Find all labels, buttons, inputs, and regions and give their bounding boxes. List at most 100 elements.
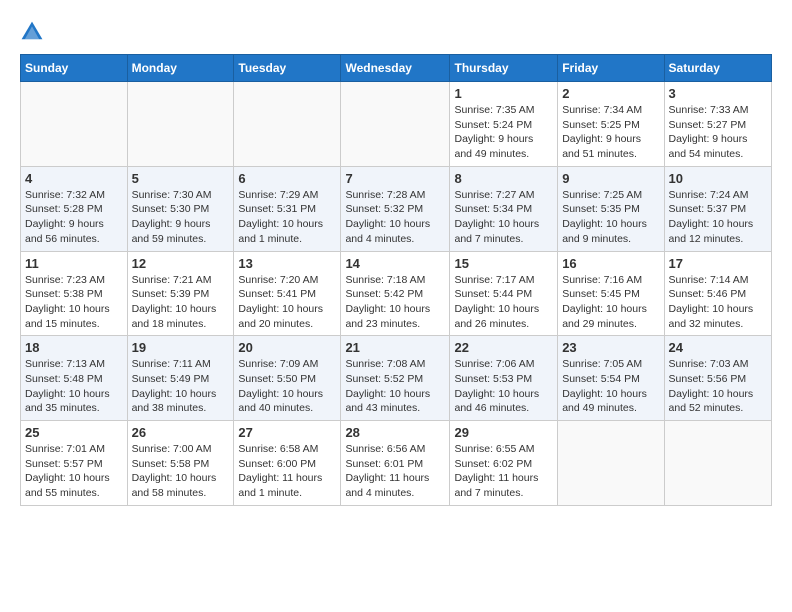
calendar-cell [127, 82, 234, 167]
calendar-cell: 18 Sunrise: 7:13 AMSunset: 5:48 PMDayligh… [21, 336, 128, 421]
day-info: Sunrise: 7:13 AMSunset: 5:48 PMDaylight:… [25, 357, 123, 416]
calendar-cell: 4 Sunrise: 7:32 AMSunset: 5:28 PMDaylight… [21, 166, 128, 251]
day-number: 24 [669, 340, 767, 355]
calendar-cell: 22 Sunrise: 7:06 AMSunset: 5:53 PMDayligh… [450, 336, 558, 421]
calendar-cell: 26 Sunrise: 7:00 AMSunset: 5:58 PMDayligh… [127, 421, 234, 506]
calendar-table: SundayMondayTuesdayWednesdayThursdayFrid… [20, 54, 772, 506]
day-number: 4 [25, 171, 123, 186]
day-info: Sunrise: 7:33 AMSunset: 5:27 PMDaylight:… [669, 103, 767, 162]
day-number: 23 [562, 340, 659, 355]
day-info: Sunrise: 7:20 AMSunset: 5:41 PMDaylight:… [238, 273, 336, 332]
calendar-cell [341, 82, 450, 167]
day-info: Sunrise: 7:03 AMSunset: 5:56 PMDaylight:… [669, 357, 767, 416]
day-info: Sunrise: 7:16 AMSunset: 5:45 PMDaylight:… [562, 273, 659, 332]
day-info: Sunrise: 7:32 AMSunset: 5:28 PMDaylight:… [25, 188, 123, 247]
weekday-header-row: SundayMondayTuesdayWednesdayThursdayFrid… [21, 55, 772, 82]
calendar-week-row: 18 Sunrise: 7:13 AMSunset: 5:48 PMDayligh… [21, 336, 772, 421]
day-number: 16 [562, 256, 659, 271]
day-info: Sunrise: 7:30 AMSunset: 5:30 PMDaylight:… [132, 188, 230, 247]
calendar-week-row: 4 Sunrise: 7:32 AMSunset: 5:28 PMDaylight… [21, 166, 772, 251]
calendar-cell: 28Sunrise: 6:56 AMSunset: 6:01 PMDayligh… [341, 421, 450, 506]
day-number: 29 [454, 425, 553, 440]
day-info: Sunrise: 7:24 AMSunset: 5:37 PMDaylight:… [669, 188, 767, 247]
day-number: 14 [345, 256, 445, 271]
calendar-cell: 7 Sunrise: 7:28 AMSunset: 5:32 PMDaylight… [341, 166, 450, 251]
day-info: Sunrise: 7:09 AMSunset: 5:50 PMDaylight:… [238, 357, 336, 416]
calendar-cell: 15Sunrise: 7:17 AMSunset: 5:44 PMDayligh… [450, 251, 558, 336]
calendar-week-row: 11 Sunrise: 7:23 AMSunset: 5:38 PMDayligh… [21, 251, 772, 336]
weekday-header-monday: Monday [127, 55, 234, 82]
calendar-cell: 20 Sunrise: 7:09 AMSunset: 5:50 PMDayligh… [234, 336, 341, 421]
day-number: 8 [454, 171, 553, 186]
day-number: 13 [238, 256, 336, 271]
day-number: 27 [238, 425, 336, 440]
day-number: 15 [454, 256, 553, 271]
calendar-week-row: 1 Sunrise: 7:35 AMSunset: 5:24 PMDaylight… [21, 82, 772, 167]
calendar-cell: 3 Sunrise: 7:33 AMSunset: 5:27 PMDaylight… [664, 82, 771, 167]
calendar-cell: 9Sunrise: 7:25 AMSunset: 5:35 PMDaylight… [558, 166, 664, 251]
calendar-cell: 19 Sunrise: 7:11 AMSunset: 5:49 PMDayligh… [127, 336, 234, 421]
day-info: Sunrise: 6:56 AMSunset: 6:01 PMDaylight:… [345, 442, 445, 501]
day-number: 25 [25, 425, 123, 440]
day-number: 26 [132, 425, 230, 440]
day-info: Sunrise: 7:27 AMSunset: 5:34 PMDaylight:… [454, 188, 553, 247]
header [20, 20, 772, 44]
day-number: 2 [562, 86, 659, 101]
calendar-cell: 27 Sunrise: 6:58 AMSunset: 6:00 PMDayligh… [234, 421, 341, 506]
day-number: 10 [669, 171, 767, 186]
day-number: 12 [132, 256, 230, 271]
day-info: Sunrise: 7:28 AMSunset: 5:32 PMDaylight:… [345, 188, 445, 247]
calendar-week-row: 25Sunrise: 7:01 AMSunset: 5:57 PMDayligh… [21, 421, 772, 506]
day-number: 17 [669, 256, 767, 271]
weekday-header-sunday: Sunday [21, 55, 128, 82]
day-number: 20 [238, 340, 336, 355]
calendar-cell [234, 82, 341, 167]
day-info: Sunrise: 7:35 AMSunset: 5:24 PMDaylight:… [454, 103, 553, 162]
weekday-header-friday: Friday [558, 55, 664, 82]
day-info: Sunrise: 7:23 AMSunset: 5:38 PMDaylight:… [25, 273, 123, 332]
calendar-cell: 14 Sunrise: 7:18 AMSunset: 5:42 PMDayligh… [341, 251, 450, 336]
day-info: Sunrise: 7:21 AMSunset: 5:39 PMDaylight:… [132, 273, 230, 332]
day-number: 6 [238, 171, 336, 186]
calendar-cell: 23 Sunrise: 7:05 AMSunset: 5:54 PMDayligh… [558, 336, 664, 421]
day-info: Sunrise: 7:00 AMSunset: 5:58 PMDaylight:… [132, 442, 230, 501]
calendar-cell: 24 Sunrise: 7:03 AMSunset: 5:56 PMDayligh… [664, 336, 771, 421]
day-info: Sunrise: 7:29 AMSunset: 5:31 PMDaylight:… [238, 188, 336, 247]
calendar-cell: 25Sunrise: 7:01 AMSunset: 5:57 PMDayligh… [21, 421, 128, 506]
weekday-header-saturday: Saturday [664, 55, 771, 82]
calendar-cell: 5Sunrise: 7:30 AMSunset: 5:30 PMDaylight… [127, 166, 234, 251]
day-number: 22 [454, 340, 553, 355]
day-number: 21 [345, 340, 445, 355]
day-info: Sunrise: 7:06 AMSunset: 5:53 PMDaylight:… [454, 357, 553, 416]
day-number: 7 [345, 171, 445, 186]
day-number: 11 [25, 256, 123, 271]
day-number: 3 [669, 86, 767, 101]
logo [20, 20, 48, 44]
day-number: 19 [132, 340, 230, 355]
day-info: Sunrise: 7:05 AMSunset: 5:54 PMDaylight:… [562, 357, 659, 416]
weekday-header-thursday: Thursday [450, 55, 558, 82]
logo-icon [20, 20, 44, 44]
calendar-cell: 13 Sunrise: 7:20 AMSunset: 5:41 PMDayligh… [234, 251, 341, 336]
weekday-header-wednesday: Wednesday [341, 55, 450, 82]
day-number: 1 [454, 86, 553, 101]
day-info: Sunrise: 7:18 AMSunset: 5:42 PMDaylight:… [345, 273, 445, 332]
day-info: Sunrise: 6:58 AMSunset: 6:00 PMDaylight:… [238, 442, 336, 501]
calendar-cell: 29Sunrise: 6:55 AMSunset: 6:02 PMDayligh… [450, 421, 558, 506]
calendar-cell: 6 Sunrise: 7:29 AMSunset: 5:31 PMDaylight… [234, 166, 341, 251]
calendar-cell [558, 421, 664, 506]
calendar-cell: 8 Sunrise: 7:27 AMSunset: 5:34 PMDaylight… [450, 166, 558, 251]
calendar-cell: 21 Sunrise: 7:08 AMSunset: 5:52 PMDayligh… [341, 336, 450, 421]
day-info: Sunrise: 7:11 AMSunset: 5:49 PMDaylight:… [132, 357, 230, 416]
calendar-cell: 1 Sunrise: 7:35 AMSunset: 5:24 PMDaylight… [450, 82, 558, 167]
calendar-cell [21, 82, 128, 167]
calendar-cell: 11 Sunrise: 7:23 AMSunset: 5:38 PMDayligh… [21, 251, 128, 336]
calendar-cell [664, 421, 771, 506]
day-number: 9 [562, 171, 659, 186]
weekday-header-tuesday: Tuesday [234, 55, 341, 82]
day-number: 18 [25, 340, 123, 355]
day-info: Sunrise: 7:34 AMSunset: 5:25 PMDaylight:… [562, 103, 659, 162]
calendar-cell: 10 Sunrise: 7:24 AMSunset: 5:37 PMDayligh… [664, 166, 771, 251]
day-info: Sunrise: 7:14 AMSunset: 5:46 PMDaylight:… [669, 273, 767, 332]
day-info: Sunrise: 7:08 AMSunset: 5:52 PMDaylight:… [345, 357, 445, 416]
